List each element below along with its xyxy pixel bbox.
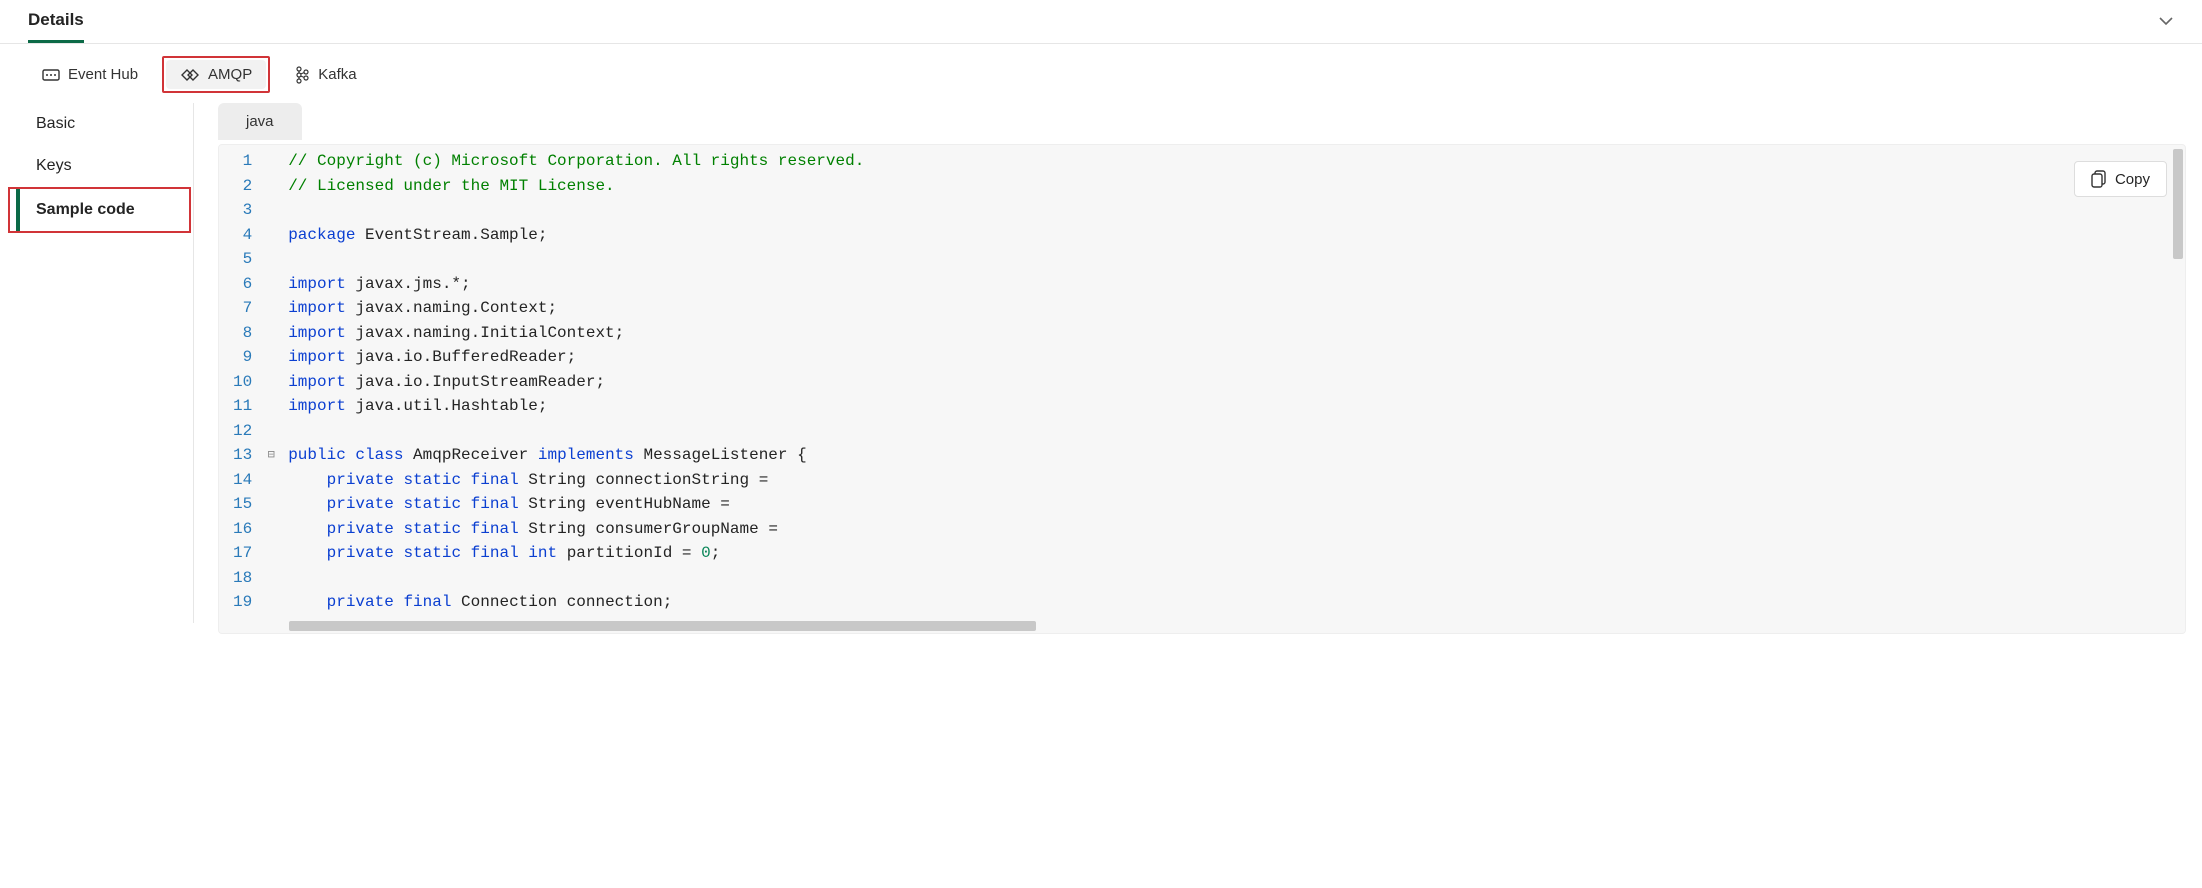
sidebar: Basic Keys Sample code bbox=[16, 103, 194, 623]
copy-icon bbox=[2091, 170, 2107, 188]
tab-label: Event Hub bbox=[68, 66, 138, 83]
code-block: Copy 12345678910111213141516171819 ⊟ // … bbox=[218, 144, 2186, 634]
language-tab-java[interactable]: java bbox=[218, 103, 302, 140]
tab-label: AMQP bbox=[208, 66, 252, 83]
protocol-tabs: Event Hub AMQP Kafka bbox=[0, 44, 2202, 103]
kafka-icon bbox=[294, 66, 310, 84]
copy-button[interactable]: Copy bbox=[2074, 161, 2167, 197]
tab-event-hub[interactable]: Event Hub bbox=[28, 60, 152, 90]
vertical-scrollbar[interactable] bbox=[2173, 149, 2183, 259]
code-fold-column: ⊟ bbox=[262, 145, 280, 619]
code-content[interactable]: // Copyright (c) Microsoft Corporation. … bbox=[280, 145, 872, 619]
chevron-down-icon[interactable] bbox=[2158, 13, 2174, 40]
event-hub-icon bbox=[42, 66, 60, 84]
page-title[interactable]: Details bbox=[28, 10, 84, 43]
amqp-icon bbox=[180, 68, 200, 82]
horizontal-scrollbar[interactable] bbox=[219, 619, 2185, 633]
code-gutter: 12345678910111213141516171819 bbox=[219, 145, 262, 619]
tab-label: Kafka bbox=[318, 66, 356, 83]
tab-amqp[interactable]: AMQP bbox=[166, 60, 266, 89]
sidebar-item-keys[interactable]: Keys bbox=[16, 145, 193, 187]
tab-kafka[interactable]: Kafka bbox=[280, 60, 370, 90]
sidebar-item-basic[interactable]: Basic bbox=[16, 103, 193, 145]
copy-label: Copy bbox=[2115, 171, 2150, 188]
sidebar-item-sample-code[interactable]: Sample code bbox=[16, 189, 189, 231]
